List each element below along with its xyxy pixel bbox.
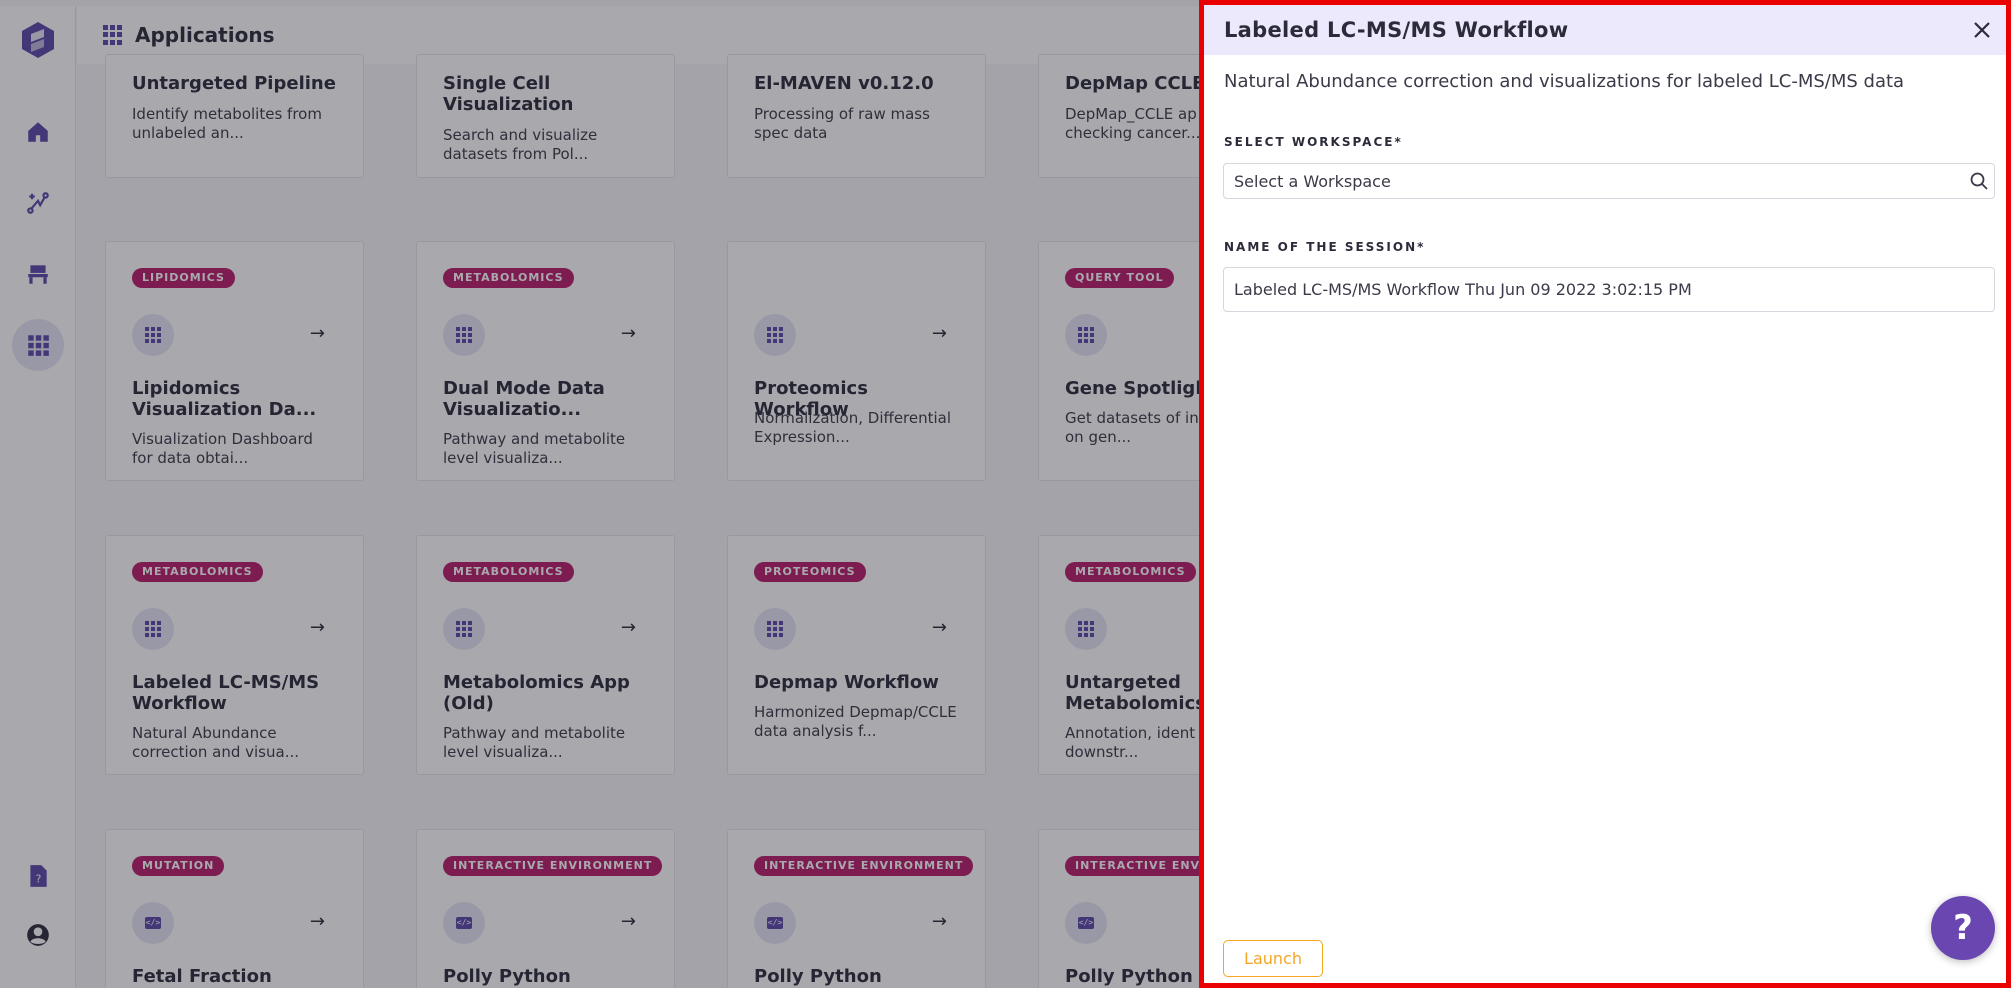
drawer-description: Natural Abundance correction and visuali… bbox=[1224, 71, 1905, 92]
help-button[interactable]: ? bbox=[1931, 896, 1995, 960]
workspace-select[interactable] bbox=[1223, 163, 1995, 199]
search-icon[interactable] bbox=[1969, 171, 1989, 191]
session-label: NAME OF THE SESSION* bbox=[1224, 240, 1426, 254]
drawer-header: Labeled LC-MS/MS Workflow bbox=[1204, 5, 2006, 55]
drawer-title: Labeled LC-MS/MS Workflow bbox=[1224, 18, 1569, 42]
session-name-input[interactable] bbox=[1223, 267, 1995, 312]
launch-button[interactable]: Launch bbox=[1223, 940, 1323, 977]
launch-app-drawer: Labeled LC-MS/MS Workflow Natural Abunda… bbox=[1199, 0, 2011, 988]
close-icon[interactable] bbox=[1968, 16, 1996, 44]
workspace-label: SELECT WORKSPACE* bbox=[1224, 135, 1403, 149]
